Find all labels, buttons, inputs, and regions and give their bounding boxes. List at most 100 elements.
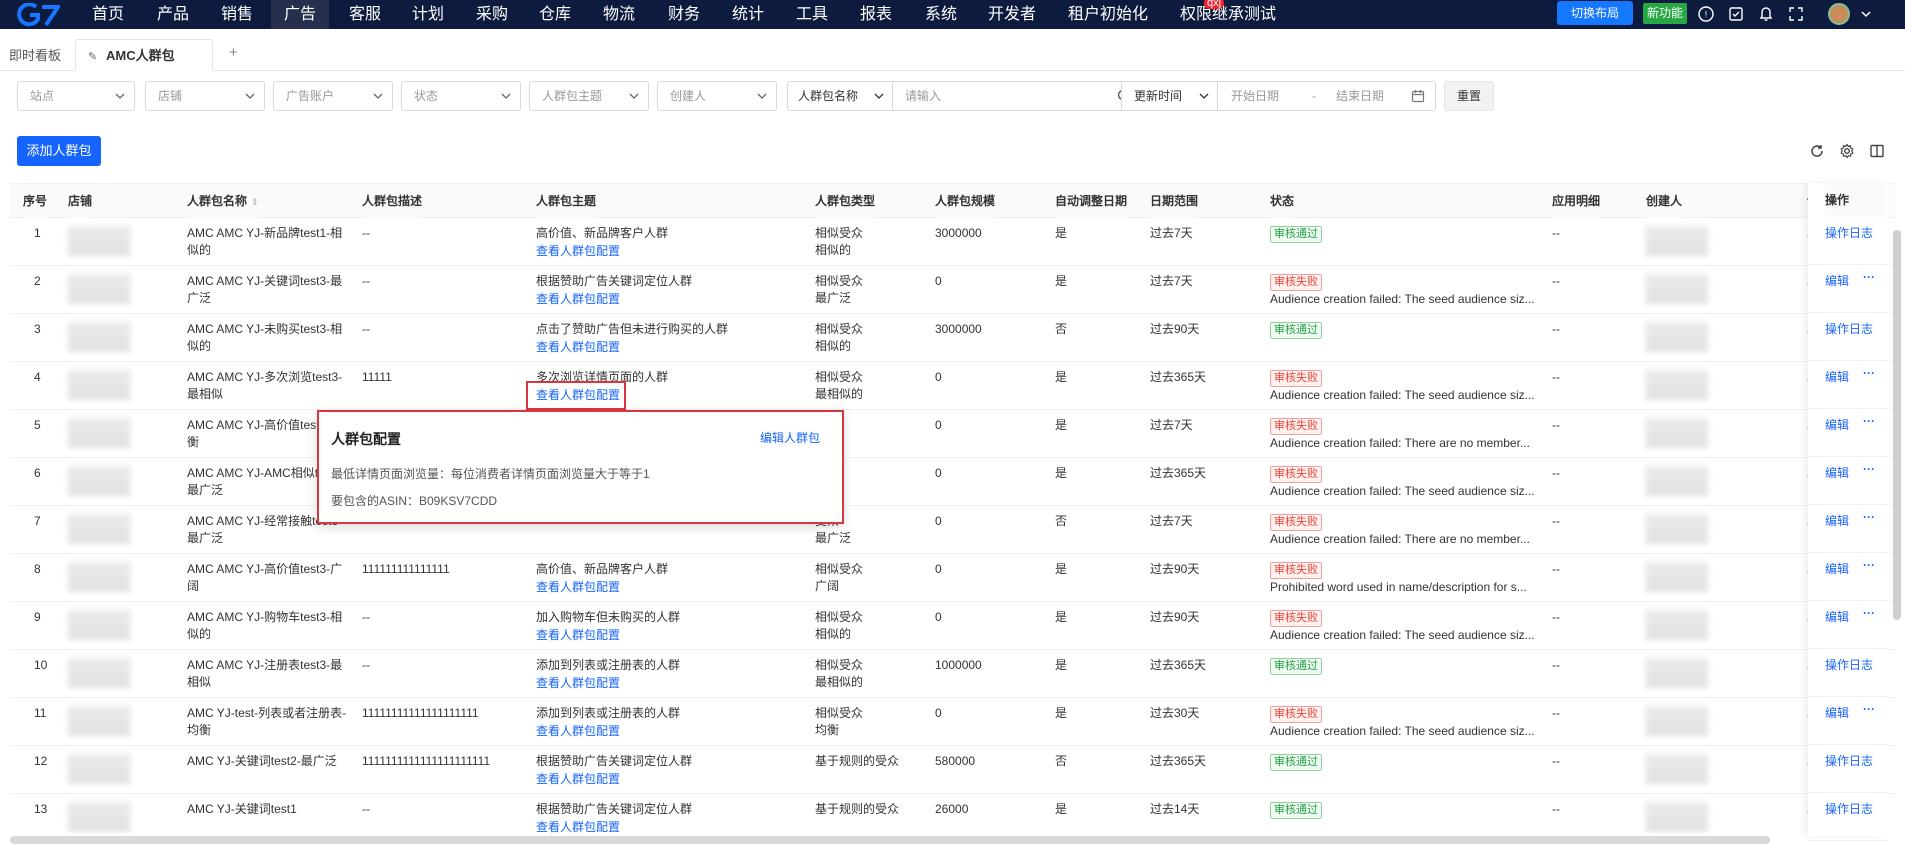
edit-audience-link[interactable]: 编辑人群包	[760, 429, 820, 446]
search-field-select[interactable]: 人群包名称	[788, 82, 893, 110]
more-actions-icon[interactable]: ···	[1863, 606, 1875, 620]
table-row: 13 AMC YJ-关键词test1 -- 根据赞助广告关键词定位人群 26000 是 过去…	[10, 794, 1895, 833]
edit-link[interactable]: 编辑	[1825, 416, 1849, 433]
more-actions-icon[interactable]: ···	[1863, 510, 1875, 524]
add-tab-button[interactable]: +	[229, 44, 238, 61]
view-config-link[interactable]: 查看人群包配置	[536, 819, 620, 833]
tab-amc-audience[interactable]: ✎ AMC人群包	[75, 39, 213, 71]
view-config-link[interactable]: 查看人群包配置	[536, 771, 620, 788]
view-config-link[interactable]: 查看人群包配置	[536, 291, 620, 308]
column-layout-icon[interactable]	[1869, 143, 1885, 159]
new-feature-button[interactable]: 新功能	[1643, 3, 1687, 24]
nav-item[interactable]: 权限继承测试	[1180, 0, 1276, 29]
view-config-link[interactable]: 查看人群包配置	[536, 579, 620, 596]
status-select[interactable]: 状态	[401, 81, 521, 111]
edit-link[interactable]: 编辑	[1825, 560, 1849, 577]
auto-adjust-value: 是	[1055, 610, 1068, 624]
start-date-input[interactable]: 开始日期	[1231, 82, 1279, 110]
date-range-value: 过去365天	[1150, 754, 1207, 768]
sort-icon[interactable]: ⇕	[251, 197, 259, 207]
edit-link[interactable]: 编辑	[1825, 368, 1849, 385]
creator-select[interactable]: 创建人	[657, 81, 777, 111]
nav-item[interactable]: 客服	[349, 0, 381, 29]
view-config-link[interactable]: 查看人群包配置	[536, 723, 620, 740]
chevron-down-icon	[245, 93, 255, 99]
user-avatar[interactable]	[1828, 3, 1850, 25]
operation-log-link[interactable]: 操作日志	[1825, 224, 1873, 241]
settings-gear-icon[interactable]	[1839, 143, 1855, 159]
creator-value-redacted	[1646, 466, 1708, 496]
more-actions-icon[interactable]: ···	[1863, 462, 1875, 476]
calendar-icon[interactable]	[1411, 89, 1425, 103]
info-circle-icon[interactable]: !	[1697, 5, 1715, 23]
view-config-link[interactable]: 查看人群包配置	[536, 339, 620, 356]
nav-item[interactable]: 工具	[796, 0, 828, 29]
reset-button[interactable]: 重置	[1444, 81, 1494, 111]
operation-log-link[interactable]: 操作日志	[1825, 320, 1873, 337]
operation-cell: 编辑 ···	[1808, 553, 1888, 601]
audience-theme: 根据赞助广告关键词定位人群	[536, 754, 693, 768]
more-actions-icon[interactable]: ···	[1863, 366, 1875, 380]
notification-bell-icon[interactable]	[1757, 5, 1775, 23]
nav-item[interactable]: 租户初始化	[1068, 0, 1148, 29]
audience-size: 0	[935, 562, 942, 576]
fullscreen-icon[interactable]	[1787, 5, 1805, 23]
auto-adjust-value: 是	[1055, 226, 1068, 240]
shop-value-redacted	[68, 514, 130, 544]
edit-link[interactable]: 编辑	[1825, 608, 1849, 625]
app-logo[interactable]	[16, 3, 60, 27]
edit-link[interactable]: 编辑	[1825, 272, 1849, 289]
edit-link[interactable]: 编辑	[1825, 464, 1849, 481]
view-config-link[interactable]: 查看人群包配置	[536, 243, 620, 260]
nav-item[interactable]: 仓库	[539, 0, 571, 29]
pin-icon[interactable]: ✎	[88, 41, 97, 73]
auto-adjust-value: 是	[1055, 802, 1068, 816]
view-config-link[interactable]: 查看人群包配置	[536, 627, 620, 644]
theme-select[interactable]: 人群包主题	[529, 81, 649, 111]
refresh-icon[interactable]	[1809, 143, 1825, 159]
nav-item[interactable]: 产品	[157, 0, 189, 29]
more-actions-icon[interactable]: ···	[1863, 414, 1875, 428]
nav-item[interactable]: 首页	[92, 0, 124, 29]
failure-reason: Audience creation failed: There are no m…	[1270, 436, 1530, 450]
edit-link[interactable]: 编辑	[1825, 512, 1849, 529]
nav-item[interactable]: 财务	[668, 0, 700, 29]
row-index: 5	[34, 418, 41, 432]
nav-item[interactable]: 开发者	[988, 0, 1036, 29]
date-range-value: 过去90天	[1150, 562, 1200, 576]
apply-detail-value: --	[1552, 802, 1560, 816]
operation-log-link[interactable]: 操作日志	[1825, 656, 1873, 673]
nav-item[interactable]: 系统	[925, 0, 957, 29]
vertical-scrollbar[interactable]	[1893, 230, 1901, 620]
header-name[interactable]: 人群包名称 ⇕	[187, 184, 259, 218]
ad-account-select[interactable]: 广告账户	[273, 81, 393, 111]
auto-adjust-value: 是	[1055, 466, 1068, 480]
auto-adjust-value: 是	[1055, 706, 1068, 720]
site-select[interactable]: 站点	[17, 81, 135, 111]
nav-item[interactable]: 采购	[476, 0, 508, 29]
audience-size: 0	[935, 610, 942, 624]
edit-link[interactable]: 编辑	[1825, 704, 1849, 721]
operation-log-link[interactable]: 操作日志	[1825, 800, 1873, 817]
operation-log-link[interactable]: 操作日志	[1825, 752, 1873, 769]
nav-item[interactable]: 报表	[860, 0, 892, 29]
add-audience-button[interactable]: 添加人群包	[17, 136, 101, 166]
name-search-input[interactable]	[905, 82, 1105, 110]
horizontal-scrollbar[interactable]	[10, 836, 1770, 844]
switch-layout-button[interactable]: 切换布局	[1557, 1, 1633, 25]
nav-item[interactable]: 广告	[271, 0, 330, 29]
nav-item[interactable]: 计划	[412, 0, 444, 29]
nav-item[interactable]: 销售	[221, 0, 253, 29]
more-actions-icon[interactable]: ···	[1863, 270, 1875, 284]
nav-item[interactable]: 物流	[603, 0, 635, 29]
task-checklist-icon[interactable]	[1727, 5, 1745, 23]
tab-dashboard[interactable]: 即时看板	[9, 45, 61, 64]
shop-select[interactable]: 店铺	[145, 81, 265, 111]
more-actions-icon[interactable]: ···	[1863, 702, 1875, 716]
nav-item[interactable]: 统计	[732, 0, 764, 29]
end-date-input[interactable]: 结束日期	[1336, 82, 1384, 110]
chevron-down-icon[interactable]	[1860, 8, 1872, 20]
time-field-select[interactable]: 更新时间	[1122, 82, 1218, 110]
more-actions-icon[interactable]: ···	[1863, 558, 1875, 572]
view-config-link[interactable]: 查看人群包配置	[536, 675, 620, 692]
